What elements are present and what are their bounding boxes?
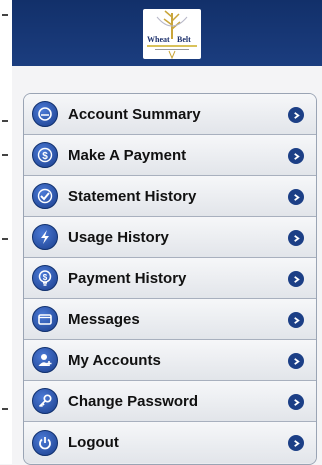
menu-item-label: Make A Payment (68, 146, 187, 164)
user-add-icon (32, 347, 58, 373)
chevron-right-icon (288, 271, 304, 287)
logo-text-right: Belt (177, 35, 191, 44)
check-icon (32, 183, 58, 209)
menu-item-label: My Accounts (68, 351, 161, 369)
menu-item-make-a-payment[interactable]: $ Make A Payment (24, 135, 316, 176)
menu-item-label: Payment History (68, 269, 187, 287)
chevron-right-icon (288, 353, 304, 369)
dollar-bulb-icon: $ (32, 265, 58, 291)
menu-item-statement-history[interactable]: Statement History (24, 176, 316, 217)
key-icon (32, 388, 58, 414)
chevron-right-icon (288, 394, 304, 410)
chevron-right-icon (288, 230, 304, 246)
menu-item-account-summary[interactable]: Account Summary (24, 94, 316, 135)
menu-item-label: Usage History (68, 228, 169, 246)
logo-text-left: Wheat (147, 35, 170, 44)
wheat-belt-logo: Wheat Belt (143, 9, 201, 59)
menu-item-label: Change Password (68, 392, 199, 410)
svg-text:$: $ (42, 151, 48, 162)
lightning-icon (32, 224, 58, 250)
left-edge-strip (0, 0, 12, 464)
dollar-icon: $ (32, 142, 58, 168)
chevron-right-icon (288, 107, 304, 123)
power-icon (32, 429, 58, 456)
menu-item-label: Account Summary (68, 105, 201, 123)
app-header: Wheat Belt (12, 0, 322, 66)
envelope-icon (32, 306, 58, 332)
chevron-right-icon (288, 189, 304, 205)
speedometer-icon (32, 101, 58, 127)
menu-item-change-password[interactable]: Change Password (24, 381, 316, 422)
menu-item-usage-history[interactable]: Usage History (24, 217, 316, 258)
menu-item-messages[interactable]: Messages (24, 299, 316, 340)
svg-text:$: $ (43, 273, 48, 282)
menu-item-my-accounts[interactable]: My Accounts (24, 340, 316, 381)
chevron-right-icon (288, 435, 304, 451)
menu-item-payment-history[interactable]: $ Payment History (24, 258, 316, 299)
main-menu: Account Summary $ Make A Payment Stateme… (23, 93, 317, 465)
menu-item-logout[interactable]: Logout (24, 422, 316, 463)
menu-item-label: Statement History (68, 187, 197, 205)
chevron-right-icon (288, 148, 304, 164)
menu-item-label: Logout (68, 434, 119, 451)
menu-item-label: Messages (68, 310, 140, 328)
chevron-right-icon (288, 312, 304, 328)
